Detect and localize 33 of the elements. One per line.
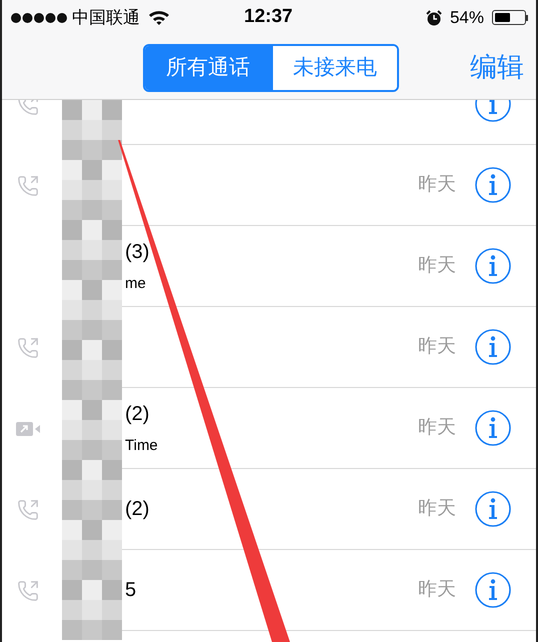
call-date: 昨天 [418, 578, 456, 602]
battery-percent: 54% [450, 6, 484, 29]
call-date: 昨天 [418, 254, 456, 278]
contact-name: (3) [125, 240, 150, 265]
contact-name: 5 [125, 578, 138, 603]
info-icon[interactable] [474, 571, 512, 609]
battery-icon [492, 10, 528, 25]
outgoing-call-icon [17, 498, 39, 520]
carrier-name: 中国联通 [72, 6, 140, 29]
outgoing-call-icon [17, 336, 39, 358]
outgoing-call-icon [17, 580, 39, 602]
outgoing-call-icon [17, 174, 39, 196]
contact-name: (2) [125, 402, 150, 427]
call-date: 昨天 [418, 496, 456, 521]
call-date: 昨天 [418, 416, 456, 440]
segment-tab[interactable]: 所有通话 [145, 46, 271, 90]
call-type-label: me [125, 274, 147, 294]
info-icon[interactable] [474, 409, 512, 447]
video-call-icon [15, 420, 41, 438]
call-date: 昨天 [418, 172, 456, 197]
info-icon[interactable] [474, 166, 512, 204]
signal-icon [10, 12, 68, 24]
call-date: 昨天 [418, 334, 456, 359]
clock-time: 12:37 [244, 5, 293, 30]
wifi-icon [148, 10, 170, 26]
call-type-label: Time [125, 436, 159, 456]
alarm-icon [426, 10, 442, 26]
edit-button[interactable]: 编辑 [470, 47, 524, 88]
info-icon[interactable] [474, 490, 512, 528]
info-icon[interactable] [474, 247, 512, 285]
contact-name: (2) [125, 497, 150, 522]
segment-tab[interactable]: 未接来电 [271, 46, 397, 90]
info-icon[interactable] [474, 328, 512, 366]
